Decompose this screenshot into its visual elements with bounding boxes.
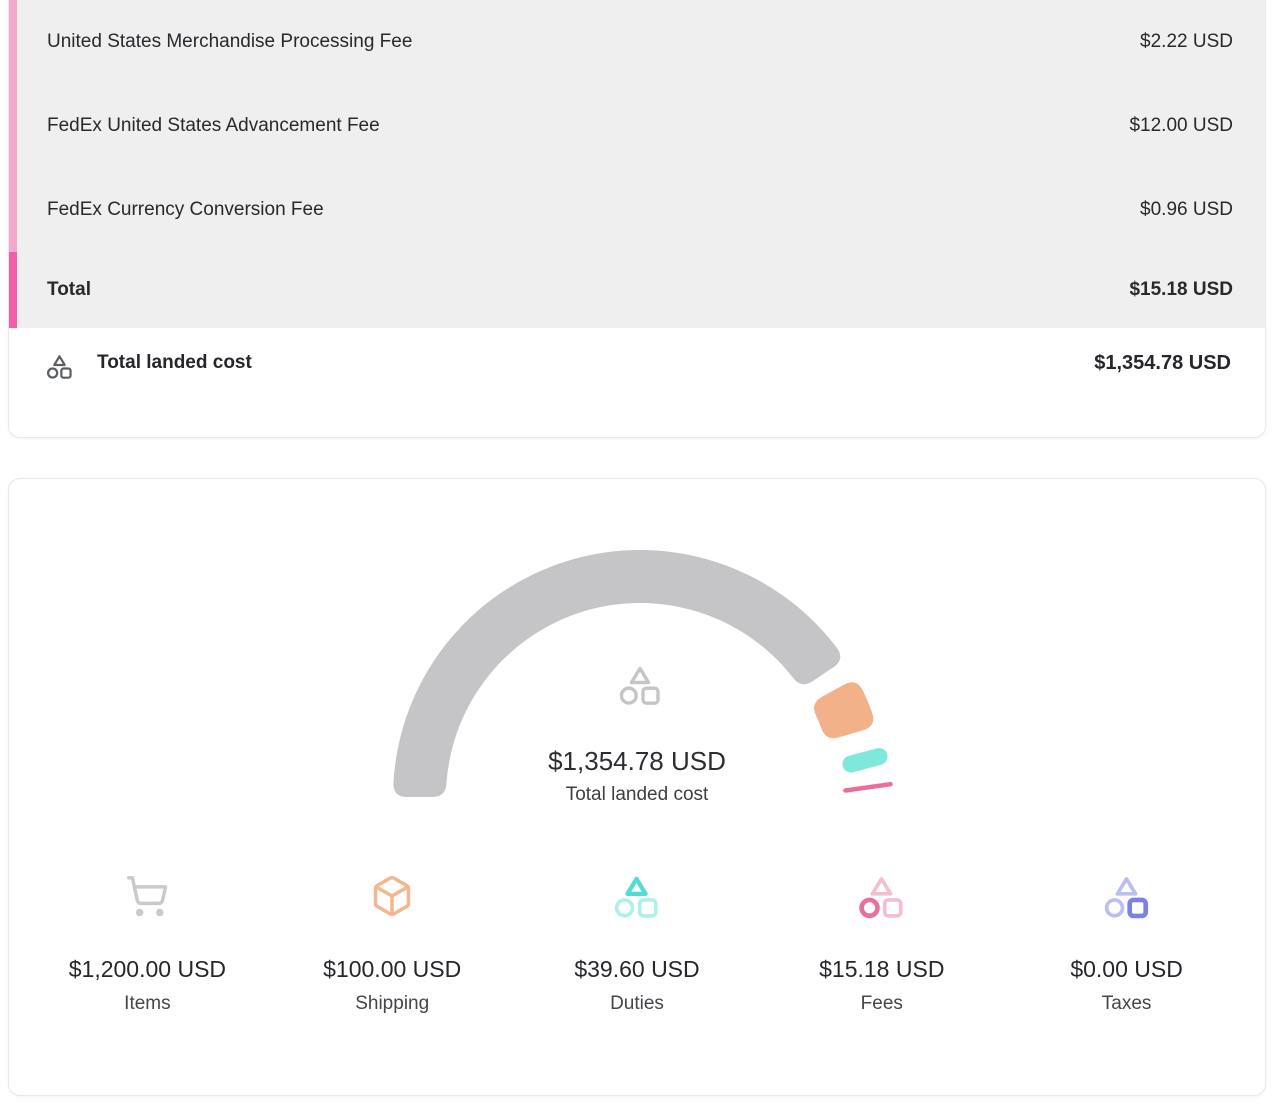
cart-icon [125, 872, 169, 920]
gauge-center-label: Total landed cost [9, 784, 1265, 806]
shapes-icon-duties [613, 872, 660, 920]
breakdown-value: $0.00 USD [1070, 956, 1183, 983]
breakdown-label: Fees [861, 993, 903, 1015]
fee-label: FedEx United States Advancement Fee [47, 115, 380, 137]
landed-cost-graph-card: $1,354.78 USD Total landed cost $1,200.0… [8, 478, 1266, 1096]
landed-cost-gauge: $1,354.78 USD Total landed cost [9, 479, 1265, 831]
fees-total-row: Total $15.18 USD [17, 252, 1265, 328]
breakdown-items: $1,200.00 USD Items [25, 872, 270, 1015]
table-row: FedEx United States Advancement Fee $12.… [17, 84, 1265, 168]
fee-label: United States Merchandise Processing Fee [47, 31, 412, 53]
fees-accent-bar-dark [9, 252, 17, 328]
breakdown-label: Duties [610, 993, 664, 1015]
gauge-center-value: $1,354.78 USD [9, 746, 1265, 777]
breakdown-taxes: $0.00 USD Taxes [1004, 872, 1249, 1015]
shapes-icon [618, 663, 662, 707]
fees-accent-bar-light [9, 0, 17, 252]
cost-breakdown-row: $1,200.00 USD Items $100.00 USD Shipping [9, 872, 1265, 1015]
breakdown-label: Items [124, 993, 170, 1015]
table-row: United States Merchandise Processing Fee… [17, 0, 1265, 84]
fee-value: $2.22 USD [1140, 31, 1233, 53]
breakdown-shipping: $100.00 USD Shipping [270, 872, 515, 1015]
breakdown-value: $100.00 USD [323, 956, 461, 983]
fees-total-label: Total [47, 279, 91, 301]
total-landed-cost-row: Total landed cost $1,354.78 USD [9, 328, 1265, 437]
fees-total-value: $15.18 USD [1129, 279, 1233, 301]
fee-value: $0.96 USD [1140, 199, 1233, 221]
breakdown-value: $15.18 USD [819, 956, 944, 983]
breakdown-label: Taxes [1102, 993, 1152, 1015]
total-landed-cost-label: Total landed cost [97, 352, 1094, 374]
breakdown-duties: $39.60 USD Duties [515, 872, 760, 1015]
table-row: FedEx Currency Conversion Fee $0.96 USD [17, 168, 1265, 252]
fees-section: United States Merchandise Processing Fee… [9, 0, 1265, 328]
fees-accent-bar [9, 0, 17, 328]
breakdown-fees: $15.18 USD Fees [759, 872, 1004, 1015]
breakdown-value: $1,200.00 USD [69, 956, 226, 983]
shapes-icon-fees [858, 872, 905, 920]
box-icon [370, 872, 414, 920]
breakdown-value: $39.60 USD [574, 956, 699, 983]
total-landed-cost-value: $1,354.78 USD [1094, 352, 1231, 375]
landed-cost-summary-card: United States Merchandise Processing Fee… [8, 0, 1266, 438]
shapes-icon-taxes [1103, 872, 1150, 920]
fee-value: $12.00 USD [1129, 115, 1233, 137]
fee-label: FedEx Currency Conversion Fee [47, 199, 324, 221]
gauge-arc-chart [9, 479, 1265, 831]
shapes-icon [46, 353, 73, 380]
fees-table: United States Merchandise Processing Fee… [17, 0, 1265, 328]
breakdown-label: Shipping [355, 993, 429, 1015]
